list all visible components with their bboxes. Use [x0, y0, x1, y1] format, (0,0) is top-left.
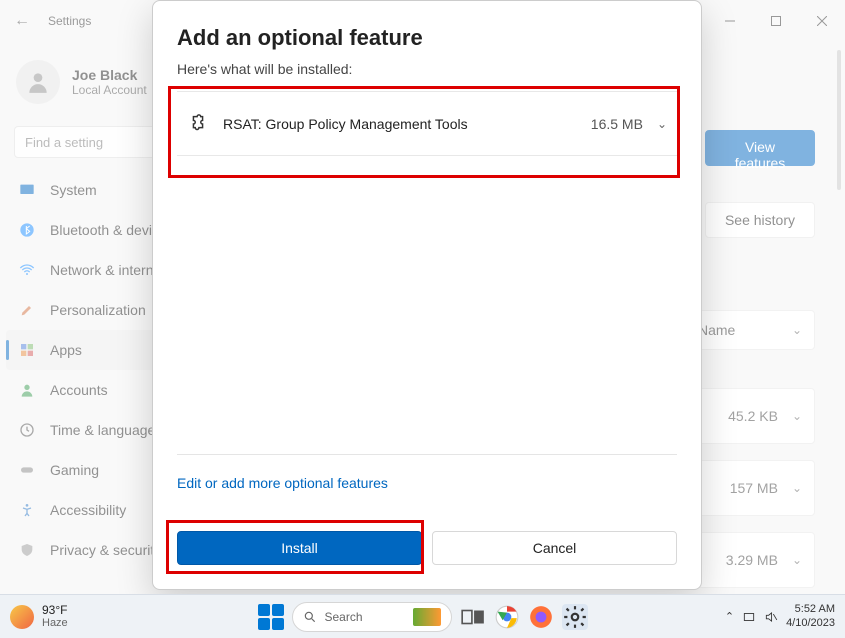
chevron-up-icon[interactable]: ⌃ [725, 610, 734, 623]
weather-icon [10, 605, 34, 629]
puzzle-icon [187, 113, 209, 135]
add-optional-feature-dialog: Add an optional feature Here's what will… [152, 0, 702, 590]
taskbar-clock[interactable]: 5:52 AM 4/10/2023 [786, 603, 835, 629]
chevron-down-icon: ⌄ [657, 117, 667, 131]
start-button[interactable] [258, 604, 284, 630]
chrome-icon[interactable] [494, 604, 520, 630]
feature-row[interactable]: RSAT: Group Policy Management Tools 16.5… [177, 92, 677, 156]
task-view-button[interactable] [460, 604, 486, 630]
taskbar-date: 4/10/2023 [786, 617, 835, 630]
network-tray-icon[interactable] [742, 610, 756, 624]
weather-condition: Haze [42, 617, 68, 629]
taskbar-search-placeholder: Search [325, 610, 363, 624]
feature-size: 16.5 MB [591, 116, 643, 132]
feature-name: RSAT: Group Policy Management Tools [223, 116, 591, 132]
search-highlight-icon [413, 608, 441, 626]
dialog-subtitle: Here's what will be installed: [177, 61, 677, 77]
system-tray[interactable]: ⌃ 5:52 AM 4/10/2023 [725, 603, 845, 629]
weather-temperature: 93°F [42, 604, 68, 617]
taskbar-weather[interactable]: 93°F Haze [0, 604, 68, 629]
settings-icon[interactable] [562, 604, 588, 630]
dialog-title: Add an optional feature [177, 25, 677, 51]
taskbar-time: 5:52 AM [786, 603, 835, 616]
cancel-button[interactable]: Cancel [432, 531, 677, 565]
volume-tray-icon[interactable] [764, 610, 778, 624]
taskbar-search[interactable]: Search [292, 602, 452, 632]
edit-features-link[interactable]: Edit or add more optional features [177, 455, 677, 511]
search-icon [303, 610, 317, 624]
install-button[interactable]: Install [177, 531, 422, 565]
taskbar: 93°F Haze Search ⌃ 5:52 AM 4/10/2023 [0, 594, 845, 638]
firefox-icon[interactable] [528, 604, 554, 630]
feature-list: RSAT: Group Policy Management Tools 16.5… [177, 91, 677, 156]
